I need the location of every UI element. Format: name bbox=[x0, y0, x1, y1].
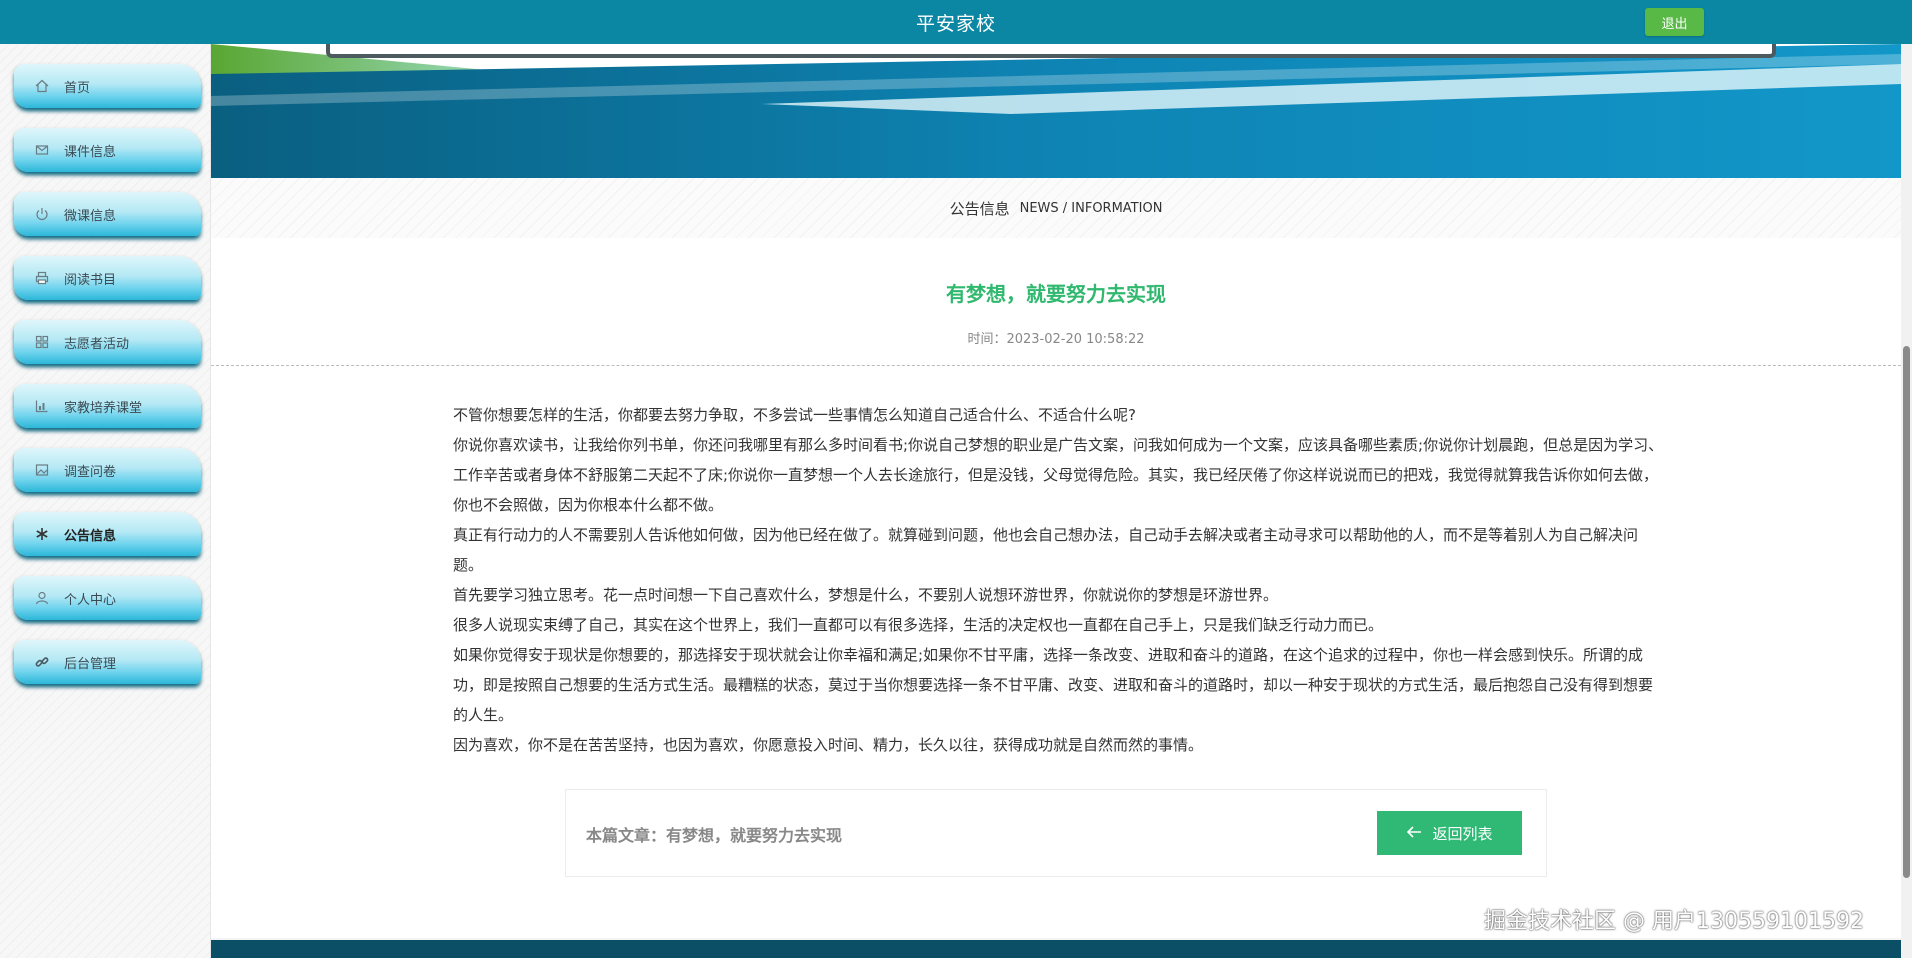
sidebar-item-label: 微课信息 bbox=[64, 208, 117, 224]
article-time: 时间：2023-02-20 10:58:22 bbox=[967, 332, 1145, 347]
sidebar-item-reading[interactable]: 阅读书目 bbox=[14, 256, 201, 300]
sidebar-item-home[interactable]: 首页 bbox=[14, 64, 201, 108]
sidebar-item-announcements[interactable]: 公告信息 bbox=[14, 512, 201, 556]
back-to-list-label: 返回列表 bbox=[1432, 824, 1493, 843]
sidebar-item-label: 志愿者活动 bbox=[64, 336, 130, 352]
sidebar-item-label: 首页 bbox=[64, 80, 91, 96]
banner-image bbox=[211, 44, 1901, 178]
sidebar-item-profile[interactable]: 个人中心 bbox=[14, 576, 201, 620]
sidebar-item-parenting-class[interactable]: 家教培养课堂 bbox=[14, 384, 201, 428]
sidebar-item-label: 家教培养课堂 bbox=[64, 400, 143, 416]
article-footer: 本篇文章：有梦想，就要努力去实现 返回列表 bbox=[565, 789, 1547, 877]
divider bbox=[211, 365, 1901, 366]
article-paragraph: 首先要学习独立思考。花一点时间想一下自己喜欢什么，梦想是什么，不要别人说想环游世… bbox=[453, 586, 1279, 604]
sidebar-item-label: 个人中心 bbox=[64, 592, 117, 608]
mail-icon bbox=[34, 142, 50, 158]
section-title: 公告信息 bbox=[949, 199, 1010, 218]
section-subtitle: NEWS / INFORMATION bbox=[1019, 200, 1163, 216]
article-container: 有梦想，就要努力去实现 时间：2023-02-20 10:58:22 不管你想要… bbox=[211, 238, 1901, 938]
arrow-left-icon bbox=[1406, 824, 1422, 843]
sidebar-item-admin[interactable]: 后台管理 bbox=[14, 640, 201, 684]
power-icon bbox=[34, 206, 50, 222]
article-paragraph: 如果你觉得安于现状是你想要的，那选择安于现状就会让你幸福和满足;如果你不甘平庸，… bbox=[453, 646, 1654, 724]
article-paragraph: 你说你喜欢读书，让我给你列书单，你还问我哪里有那么多时间看书;你说自己梦想的职业… bbox=[453, 436, 1664, 514]
sidebar-item-label: 课件信息 bbox=[64, 144, 117, 160]
back-to-list-button[interactable]: 返回列表 bbox=[1377, 811, 1522, 855]
search-bar-frame bbox=[326, 44, 1776, 58]
user-icon bbox=[34, 590, 50, 606]
snowflake-icon bbox=[34, 526, 50, 542]
section-header: 公告信息 NEWS / INFORMATION bbox=[211, 178, 1901, 238]
sidebar-item-label: 调查问卷 bbox=[64, 464, 117, 480]
scrollbar-thumb[interactable] bbox=[1903, 346, 1910, 878]
printer-icon bbox=[34, 270, 50, 286]
app-title: 平安家校 bbox=[915, 12, 996, 35]
sidebar: 首页 课件信息 微课信息 阅读书目 志愿者活动 家教培养课堂 调查问卷 公告信息… bbox=[0, 44, 211, 958]
link-icon bbox=[34, 654, 50, 670]
article-paragraph: 很多人说现实束缚了自己，其实在这个世界上，我们一直都可以有很多选择，生活的决定权… bbox=[453, 616, 1384, 634]
sidebar-item-label: 阅读书目 bbox=[64, 272, 117, 288]
sidebar-item-label: 后台管理 bbox=[64, 656, 117, 672]
article-paragraph: 不管你想要怎样的生活，你都要去努力争取，不多尝试一些事情怎么知道自己适合什么、不… bbox=[453, 406, 1136, 424]
sidebar-item-volunteer[interactable]: 志愿者活动 bbox=[14, 320, 201, 364]
home-icon bbox=[34, 78, 50, 94]
article-paragraph: 真正有行动力的人不需要别人告诉他如何做，因为他已经在做了。就算碰到问题，他也会自… bbox=[453, 526, 1639, 574]
article-title: 有梦想，就要努力去实现 bbox=[946, 282, 1166, 306]
sidebar-item-courseware[interactable]: 课件信息 bbox=[14, 128, 201, 172]
sidebar-item-survey[interactable]: 调查问卷 bbox=[14, 448, 201, 492]
article-body: 不管你想要怎样的生活，你都要去努力争取，不多尝试一些事情怎么知道自己适合什么、不… bbox=[453, 400, 1665, 760]
footer-bar bbox=[211, 940, 1901, 958]
top-header: 平安家校 退出 bbox=[0, 0, 1912, 44]
image-icon bbox=[34, 462, 50, 478]
article-paragraph: 因为喜欢，你不是在苦苦坚持，也因为喜欢，你愿意投入时间、精力，长久以往，获得成功… bbox=[453, 736, 1204, 754]
watermark-text: 掘金技术社区 @ 用户130559101592 bbox=[1484, 909, 1864, 934]
sidebar-item-label: 公告信息 bbox=[64, 528, 117, 544]
chart-icon bbox=[34, 398, 50, 414]
sidebar-item-microcourse[interactable]: 微课信息 bbox=[14, 192, 201, 236]
logout-button[interactable]: 退出 bbox=[1645, 8, 1704, 36]
grid-icon bbox=[34, 334, 50, 350]
current-article-label: 本篇文章：有梦想，就要努力去实现 bbox=[586, 826, 843, 845]
